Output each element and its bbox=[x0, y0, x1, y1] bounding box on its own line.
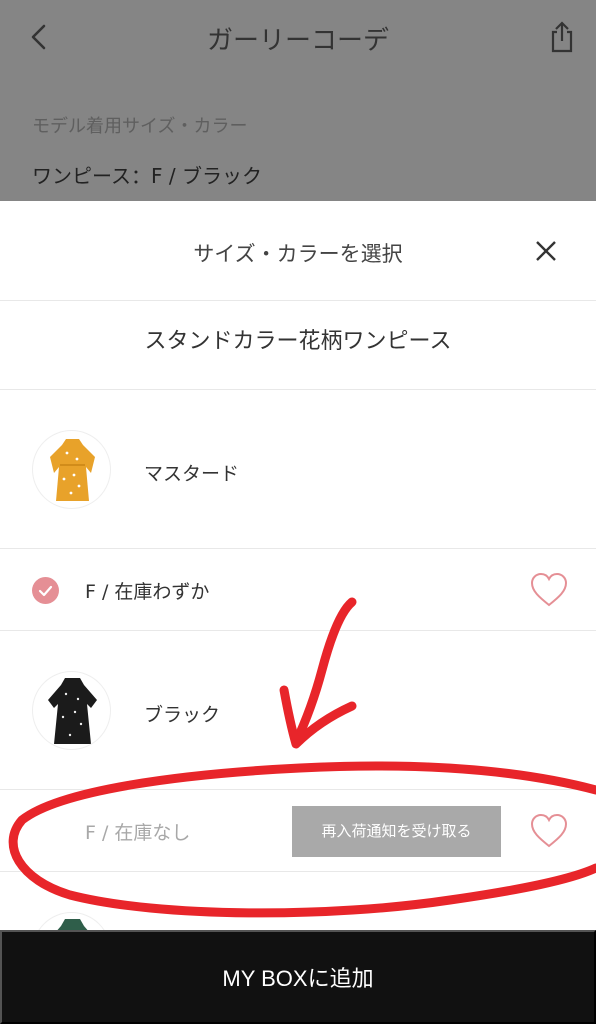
page-title: ガーリーコーデ bbox=[206, 26, 389, 56]
size-stock-label: F / 在庫なし bbox=[85, 822, 191, 844]
restock-notify-button[interactable]: 再入荷通知を受け取る bbox=[292, 806, 501, 857]
sheet-header: サイズ・カラーを選択 bbox=[0, 201, 596, 301]
size-row-black-f: F / 在庫なし 再入荷通知を受け取る bbox=[0, 790, 596, 872]
dress-thumbnail-green bbox=[32, 912, 111, 930]
heart-icon[interactable] bbox=[529, 812, 569, 850]
check-icon bbox=[32, 577, 59, 604]
dress-shape bbox=[57, 919, 88, 930]
background-page: ガーリーコーデ モデル着用サイズ・カラー ワンピース：F / ブラック bbox=[0, 0, 596, 201]
color-row-black[interactable]: ブラック bbox=[0, 631, 596, 790]
sheet-title: サイズ・カラーを選択 bbox=[193, 242, 403, 266]
dress-icon bbox=[57, 919, 88, 930]
dress-icon bbox=[48, 678, 97, 744]
model-size-label: モデル着用サイズ・カラー bbox=[32, 116, 248, 137]
dress-shape bbox=[50, 439, 95, 501]
size-row-mustard-f[interactable]: F / 在庫わずか bbox=[0, 549, 596, 631]
dress-thumbnail-black bbox=[32, 671, 111, 750]
dress-thumbnail-mustard bbox=[32, 430, 111, 509]
color-name: ブラック bbox=[144, 704, 221, 726]
share-icon[interactable] bbox=[545, 20, 579, 54]
product-name: スタンドカラー花柄ワンピース bbox=[0, 302, 596, 390]
color-row-green[interactable] bbox=[0, 872, 596, 930]
heart-icon[interactable] bbox=[529, 571, 569, 609]
size-color-sheet: サイズ・カラーを選択 スタンドカラー花柄ワンピース マスタード F / 在庫わず… bbox=[0, 201, 596, 930]
close-icon[interactable] bbox=[529, 234, 563, 268]
model-size-value: ワンピース：F / ブラック bbox=[32, 164, 262, 188]
color-name: マスタード bbox=[144, 463, 240, 485]
dress-icon bbox=[50, 439, 95, 501]
dress-shape bbox=[48, 678, 97, 744]
add-to-mybox-button[interactable]: MY BOXに追加 bbox=[0, 930, 596, 1024]
color-row-mustard[interactable]: マスタード bbox=[0, 390, 596, 549]
size-stock-label: F / 在庫わずか bbox=[85, 581, 210, 603]
